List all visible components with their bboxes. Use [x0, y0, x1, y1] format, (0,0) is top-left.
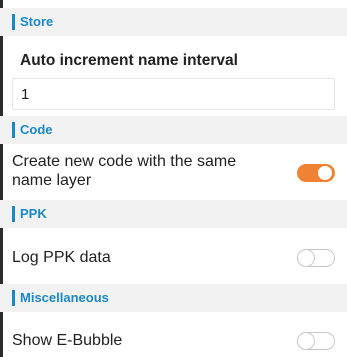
- log-ppk-toggle[interactable]: [296, 249, 335, 267]
- auto-increment-input[interactable]: [13, 79, 334, 109]
- log-ppk-label: Log PPK data: [12, 249, 111, 266]
- create-new-code-label-line2: name layer: [12, 172, 92, 189]
- section-header-ppk: PPK: [0, 200, 347, 228]
- toggle-knob: [316, 164, 334, 182]
- section-accent-bar: [12, 14, 15, 30]
- toggle-knob: [296, 249, 315, 267]
- show-ebubble-toggle[interactable]: [296, 332, 335, 350]
- section-title-store: Store: [20, 14, 54, 29]
- auto-increment-label: Auto increment name interval: [20, 52, 238, 69]
- section-accent-bar: [12, 206, 15, 222]
- create-new-code-label: Create new code with the same name layer: [12, 152, 236, 190]
- create-new-code-toggle[interactable]: [297, 164, 335, 182]
- section-accent-bar: [12, 290, 15, 306]
- section-title-code: Code: [20, 122, 53, 137]
- show-ebubble-label: Show E-Bubble: [12, 332, 123, 349]
- section-title-ppk: PPK: [20, 206, 47, 221]
- section-header-store: Store: [0, 8, 347, 36]
- section-header-code: Code: [0, 116, 347, 144]
- toggle-knob: [296, 332, 315, 350]
- section-header-miscellaneous: Miscellaneous: [0, 284, 347, 312]
- auto-increment-field[interactable]: [12, 78, 335, 110]
- section-title-miscellaneous: Miscellaneous: [20, 290, 109, 305]
- create-new-code-label-line1: Create new code with the same: [12, 153, 237, 170]
- section-accent-bar: [12, 122, 15, 138]
